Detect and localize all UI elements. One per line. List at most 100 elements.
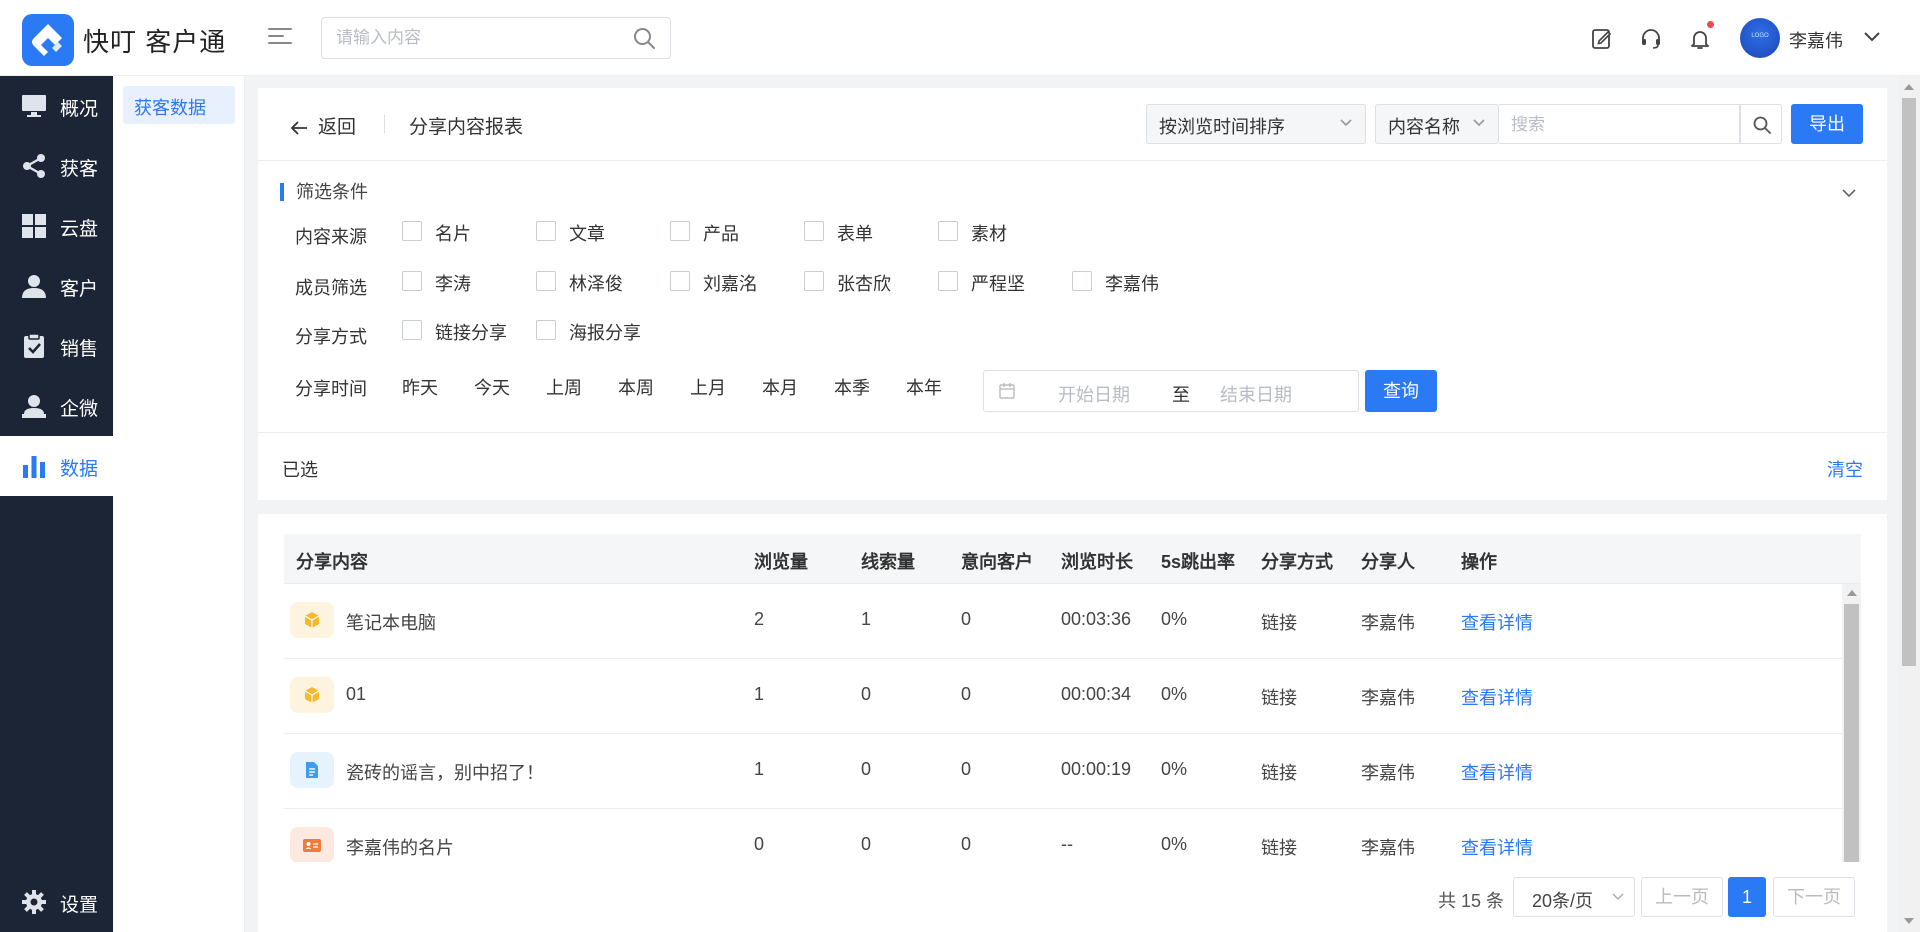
view-details-link[interactable]: 查看详情 [1461,684,1533,710]
page-title: 分享内容报表 [409,117,524,138]
scrollbar-thumb[interactable] [1844,604,1859,862]
sort-select-value: 按浏览时间排序 [1159,117,1285,137]
nav-item-customer[interactable]: 客户 [0,256,113,316]
cell-bounce: 0% [1161,759,1188,779]
nav-item-label: 数据 [60,459,99,480]
cell-views: 1 [754,684,765,704]
search-field-select[interactable]: 内容名称 [1375,104,1499,144]
cell-leads: 0 [861,834,872,854]
cell-intent: 0 [961,684,972,704]
time-option-this-month[interactable]: 本月 [762,374,798,400]
export-button[interactable]: 导出 [1791,104,1863,144]
search-field-value: 内容名称 [1388,117,1460,137]
nav-item-acquire[interactable]: 获客 [0,136,113,196]
nav-item-label: 设置 [60,895,99,916]
cell-duration: 00:00:34 [1061,684,1132,704]
filter-label-share-time: 分享时间 [295,379,367,399]
user-name[interactable]: 李嘉伟 [1789,27,1843,53]
checkbox-label: 素材 [971,224,1007,244]
filter-label-member: 成员筛选 [295,278,367,298]
date-range-picker[interactable]: 开始日期 至 结束日期 [983,370,1359,412]
filter-heading: 筛选条件 [280,183,368,201]
scroll-up-arrow-icon[interactable] [1847,590,1857,596]
report-search-input[interactable] [1511,113,1711,137]
query-button[interactable]: 查询 [1365,370,1437,412]
report-search [1499,104,1740,144]
report-toolbar: 返回 分享内容报表 按浏览时间排序 内容名称 导出 [258,88,1887,161]
table-scrollbar[interactable] [1842,584,1861,862]
user-avatar[interactable]: LOGO [1740,18,1780,58]
collapse-chevron-icon[interactable] [1841,188,1857,198]
notification-dot [1707,21,1714,28]
chevron-down-icon[interactable] [1862,30,1882,44]
subnav-item-acquisition-data[interactable]: 获客数据 [123,86,235,124]
nav-item-label: 云盘 [60,219,99,240]
nav-item-wecom[interactable]: 企微 [0,376,113,436]
checkbox-label: 李涛 [435,274,471,294]
table-body: 笔记本电脑 2 1 0 00:03:36 0% 链接 李嘉伟 查看详情 01 1… [284,584,1852,862]
end-date-input[interactable]: 结束日期 [1220,381,1292,407]
page-scrollbar[interactable] [1898,76,1920,932]
headset-support-icon[interactable] [1639,27,1663,51]
main-nav: 概况 获客 云盘 客户 销售 企微 数据 设置 [0,76,113,932]
cell-duration: 00:03:36 [1061,609,1132,629]
app-brand-name: 快叮 客户通 [83,27,227,57]
page-number-current[interactable]: 1 [1728,877,1766,917]
start-date-input[interactable]: 开始日期 [1058,381,1130,407]
nav-item-settings[interactable]: 设置 [0,872,113,932]
time-option-yesterday[interactable]: 昨天 [402,374,438,400]
global-search-input[interactable] [336,26,616,50]
time-option-last-week[interactable]: 上周 [546,374,582,400]
business-card-icon [290,827,334,862]
sort-select[interactable]: 按浏览时间排序 [1146,104,1366,144]
bar-chart-icon [23,456,45,478]
chevron-down-icon [1473,119,1485,127]
app-logo[interactable] [22,14,74,66]
filter-label-content-source: 内容来源 [295,227,367,247]
top-header: 快叮 客户通 LOGO 李嘉伟 [0,0,1920,76]
table-row: 瓷砖的谣言，别中招了！ 1 0 0 00:00:19 0% 链接 李嘉伟 查看详… [284,734,1842,809]
checkbox-label: 刘嘉洺 [703,274,757,294]
cell-intent: 0 [961,834,972,854]
time-option-today[interactable]: 今天 [474,374,510,400]
notification-bell-icon[interactable] [1688,21,1714,51]
calendar-icon [999,383,1015,399]
column-header: 5s跳出率 [1161,552,1236,572]
report-search-button[interactable] [1740,104,1782,144]
grid-icon [22,214,46,238]
selected-label: 已选 [282,460,318,480]
search-icon[interactable] [632,26,656,50]
cell-intent: 0 [961,759,972,779]
scroll-up-arrow-icon[interactable] [1904,84,1914,90]
column-header: 浏览量 [754,552,808,572]
scroll-down-arrow-icon[interactable] [1904,918,1914,924]
next-page-button[interactable]: 下一页 [1773,877,1855,917]
filter-label-share-method: 分享方式 [295,327,367,347]
date-range-separator: 至 [1172,385,1190,405]
time-option-this-quarter[interactable]: 本季 [834,374,870,400]
time-option-last-month[interactable]: 上月 [690,374,726,400]
time-option-this-week[interactable]: 本周 [618,374,654,400]
chevron-down-icon [1340,119,1352,127]
back-button[interactable]: 返回 [290,112,356,139]
scrollbar-thumb[interactable] [1902,98,1916,666]
cell-method: 链接 [1261,838,1297,858]
edit-note-icon[interactable] [1590,27,1614,51]
nav-item-label: 销售 [60,339,99,360]
page-size-value: 20条/页 [1532,891,1594,911]
nav-item-sales[interactable]: 销售 [0,316,113,376]
view-details-link[interactable]: 查看详情 [1461,609,1533,635]
view-details-link[interactable]: 查看详情 [1461,759,1533,785]
page-size-select[interactable]: 20条/页 [1513,877,1635,917]
clear-filters-link[interactable]: 清空 [1827,456,1863,482]
nav-item-data[interactable]: 数据 [0,436,113,496]
view-details-link[interactable]: 查看详情 [1461,834,1533,860]
prev-page-button[interactable]: 上一页 [1641,877,1723,917]
nav-item-label: 客户 [60,279,99,300]
time-option-this-year[interactable]: 本年 [906,374,942,400]
menu-toggle-icon[interactable] [268,28,292,48]
nav-item-overview[interactable]: 概况 [0,76,113,136]
cell-sharer: 李嘉伟 [1361,838,1415,858]
nav-item-cloud-disk[interactable]: 云盘 [0,196,113,256]
secondary-nav: 获客数据 [113,76,245,932]
